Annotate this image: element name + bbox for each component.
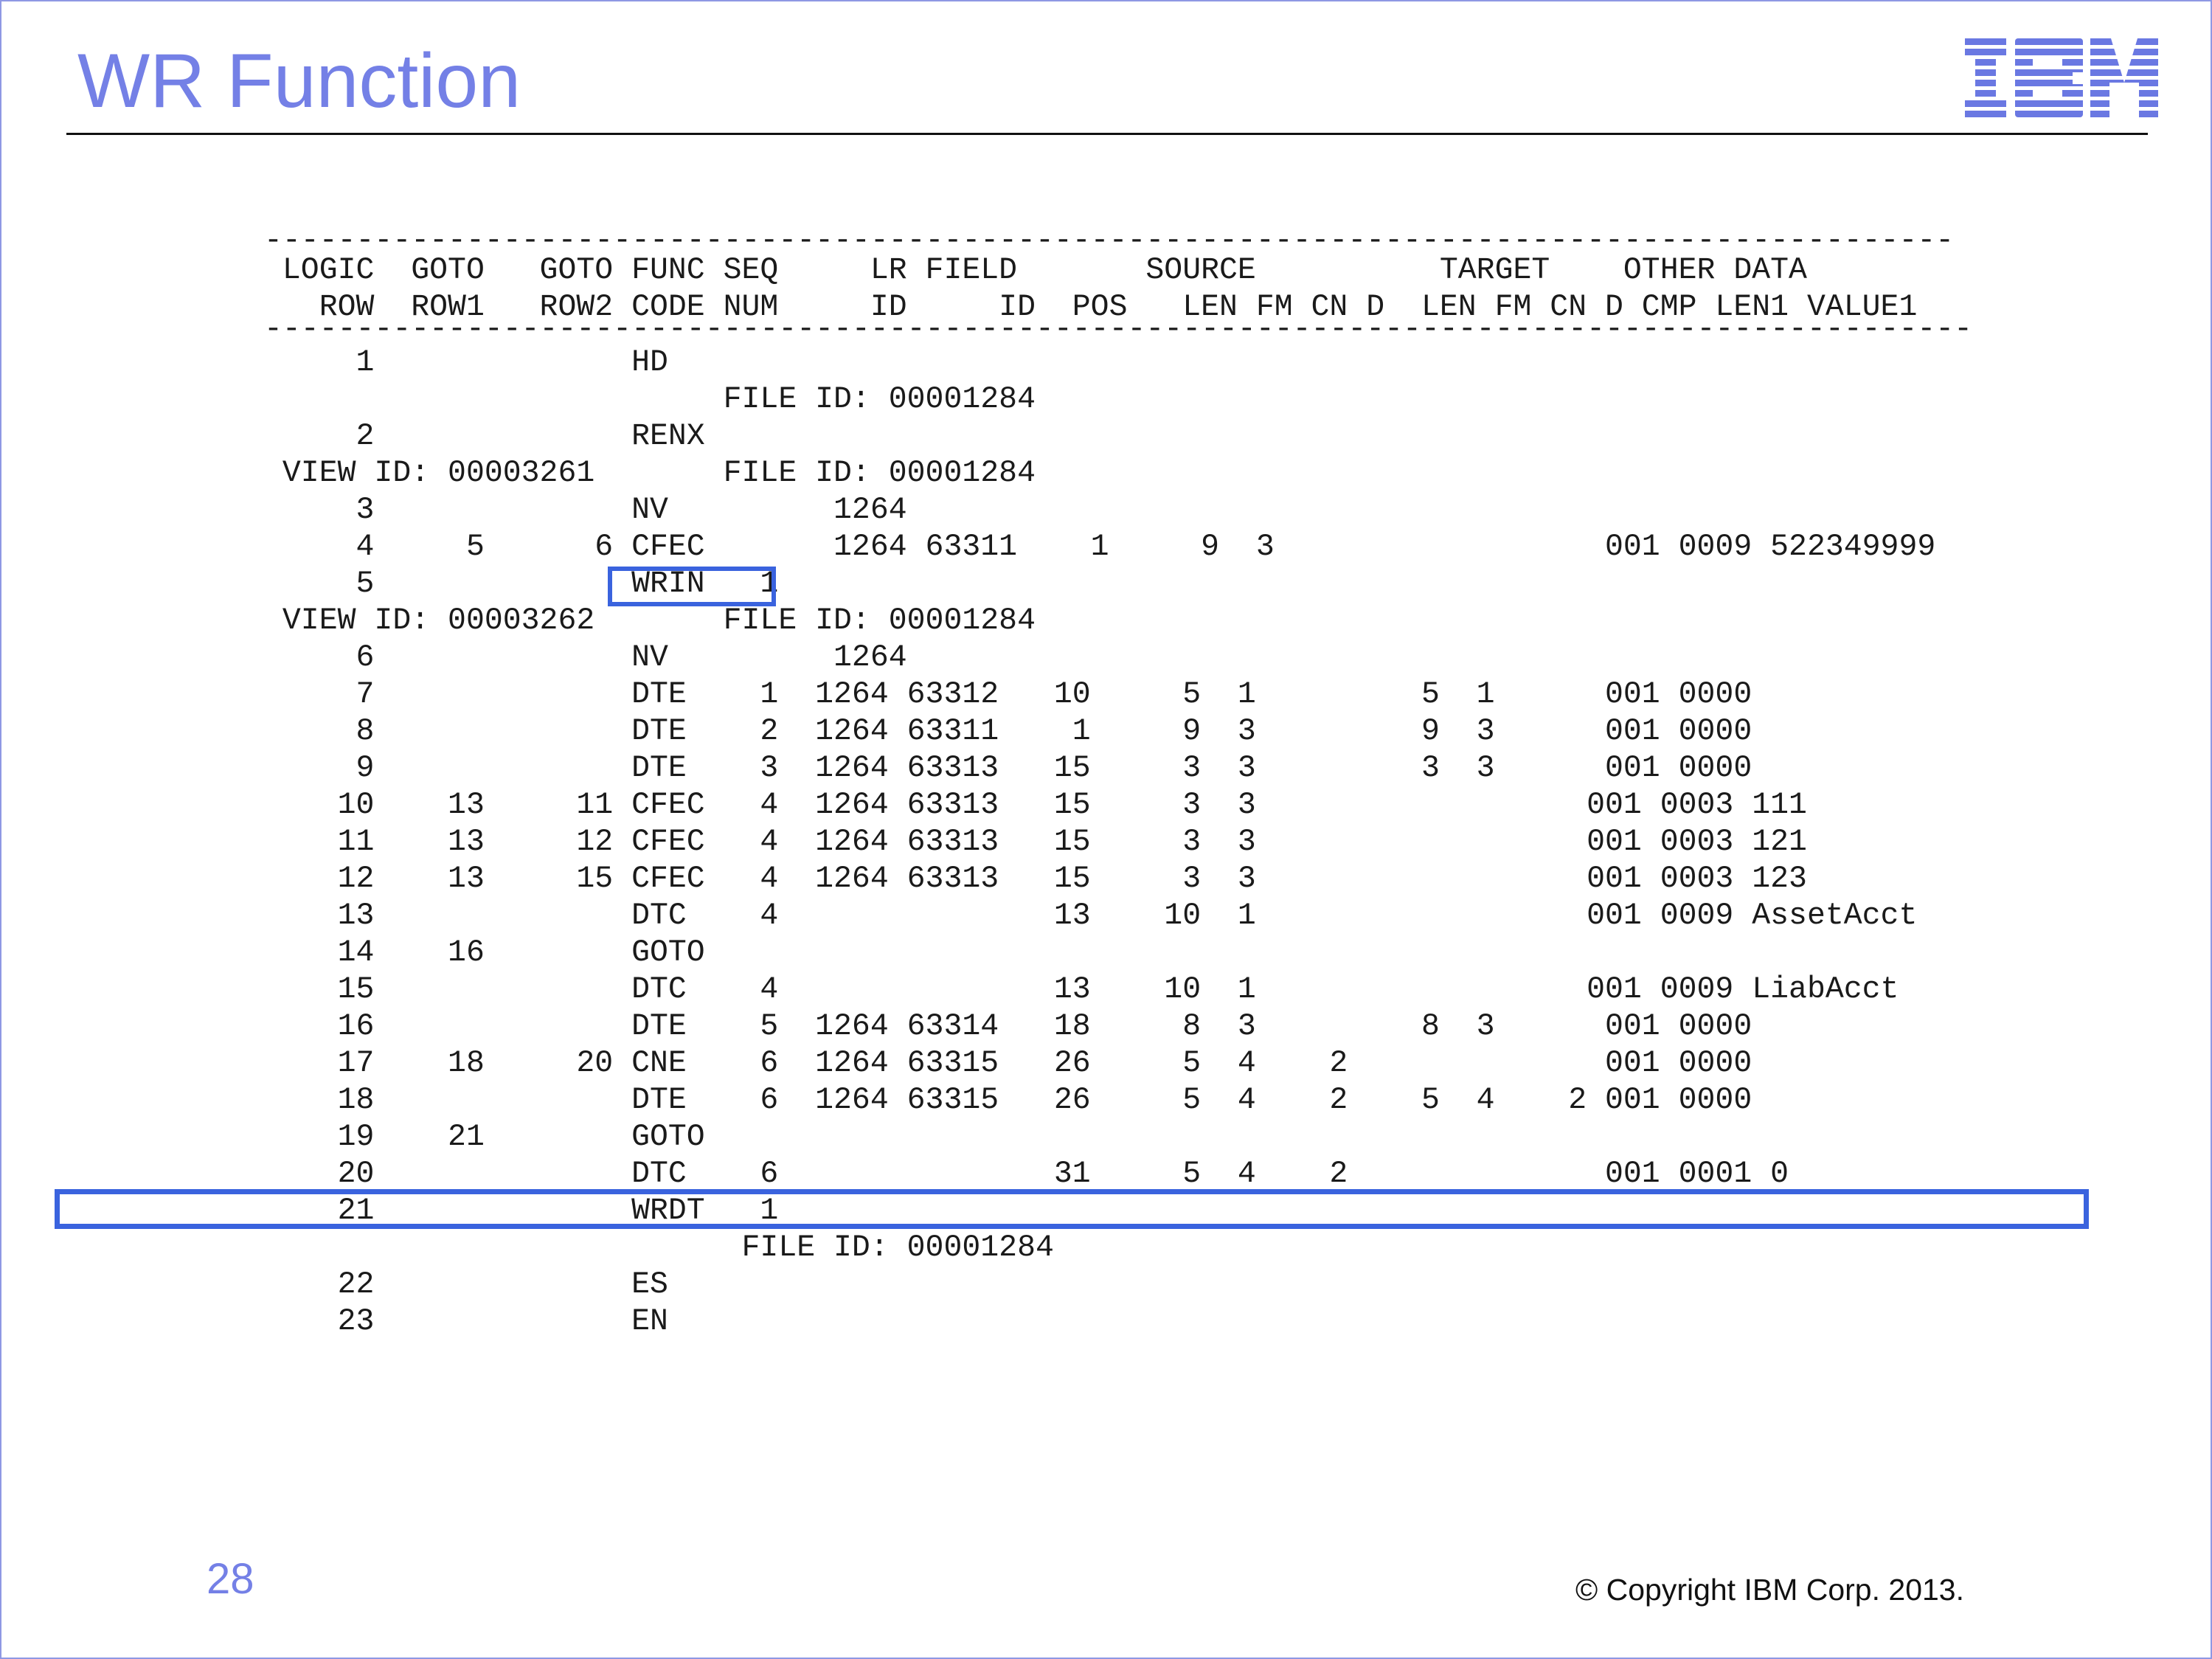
listing-header-line: LOGIC GOTO GOTO FUNC SEQ LR FIELD SOURCE…: [264, 253, 1807, 288]
listing-line: 22 ES: [264, 1267, 668, 1302]
listing-line: 17 18 20 CNE 6 1264 63315 26 5 4 2 001 0…: [264, 1046, 1752, 1081]
listing-line: FILE ID: 00001284: [264, 382, 1036, 417]
listing-line: 20 DTC 6 31 5 4 2 001 0001 0: [264, 1157, 1789, 1191]
listing-line: 23 EN: [264, 1304, 668, 1339]
listing-line: 2 RENX: [264, 419, 705, 454]
listing-line: FILE ID: 00001284: [264, 1230, 1054, 1265]
ibm-logo-icon: [1965, 38, 2158, 117]
listing-line: 18 DTE 6 1264 63315 26 5 4 2 5 4 2 001 0…: [264, 1083, 1752, 1118]
listing-line: 7 DTE 1 1264 63312 10 5 1 5 1 001 0000: [264, 677, 1752, 712]
listing-line: 19 21 GOTO: [264, 1120, 705, 1154]
slide: WR Function ----------------------------…: [0, 0, 2212, 1659]
listing-line: 4 5 6 CFEC 1264 63311 1 9 3 001 0009 522…: [264, 530, 1936, 564]
title-divider: [66, 133, 2148, 135]
listing-line: 16 DTE 5 1264 63314 18 8 3 8 3 001 0000: [264, 1009, 1752, 1044]
listing-line: 9 DTE 3 1264 63313 15 3 3 3 3 001 0000: [264, 751, 1752, 786]
listing-line: 10 13 11 CFEC 4 1264 63313 15 3 3 001 00…: [264, 788, 1807, 822]
slide-title: WR Function: [77, 38, 521, 124]
wrin-highlight-box: [608, 567, 776, 606]
wrdt-row-highlight-box: [55, 1189, 2089, 1229]
listing-line: VIEW ID: 00003261 FILE ID: 00001284: [264, 456, 1036, 491]
listing-line: VIEW ID: 00003262 FILE ID: 00001284: [264, 603, 1036, 638]
listing-line: ----------------------------------------…: [264, 312, 1973, 347]
listing-line: 6 NV 1264: [264, 640, 907, 675]
listing-line: 14 16 GOTO: [264, 935, 705, 970]
listing-line: 8 DTE 2 1264 63311 1 9 3 9 3 001 0000: [264, 714, 1752, 749]
listing-line: 11 13 12 CFEC 4 1264 63313 15 3 3 001 00…: [264, 825, 1807, 859]
copyright-notice: © Copyright IBM Corp. 2013.: [1575, 1573, 1964, 1607]
listing-line: 1 HD: [264, 345, 668, 380]
listing-line: 3 NV 1264: [264, 493, 907, 527]
page-number: 28: [207, 1555, 254, 1603]
listing-line: 12 13 15 CFEC 4 1264 63313 15 3 3 001 00…: [264, 862, 1807, 896]
listing-line: 15 DTC 4 13 10 1 001 0009 LiabAcct: [264, 972, 1899, 1007]
listing-line: 13 DTC 4 13 10 1 001 0009 AssetAcct: [264, 898, 1918, 933]
